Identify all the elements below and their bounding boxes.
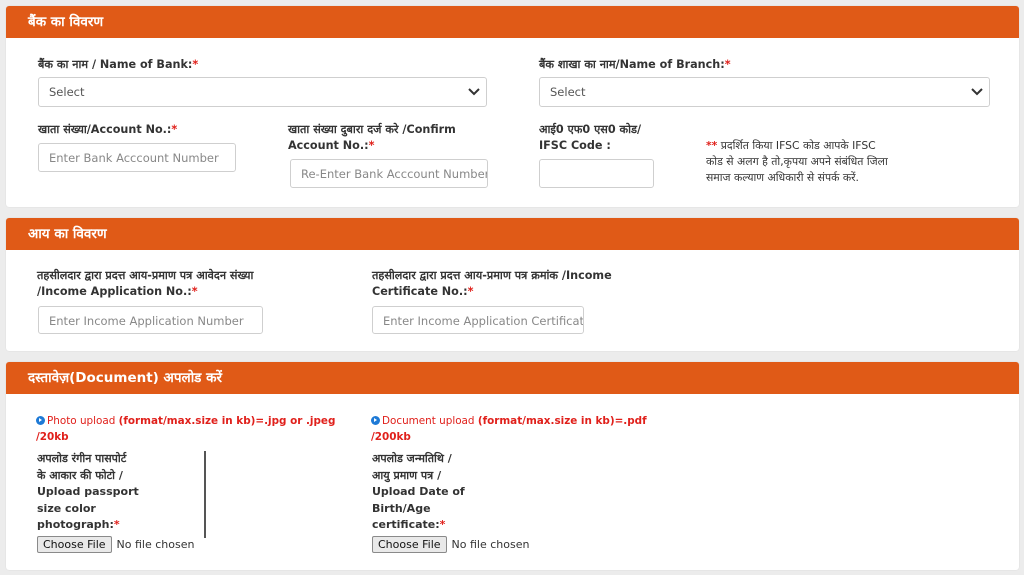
confirm-account-label: खाता संख्या दुबारा दर्ज करे /Confirm Acc… xyxy=(288,123,456,152)
photo-upload-label: अपलोड रंगीन पासपोर्ट के आकार की फोटो / U… xyxy=(37,452,139,531)
ifsc-code-input[interactable] xyxy=(539,159,654,188)
bank-name-select-value: Select xyxy=(49,85,85,99)
branch-name-label: बैंक शाखा का नाम/Name of Branch:* xyxy=(539,58,731,71)
info-arrow-icon xyxy=(371,415,380,425)
photo-divider xyxy=(204,451,206,538)
chevron-down-icon xyxy=(468,88,480,96)
photo-file-input[interactable]: Choose File No file chosen xyxy=(37,536,194,554)
bank-name-select[interactable]: Select xyxy=(38,77,487,107)
income-details-panel: आय का विवरण तहसीलदार द्वारा प्रदत्त आय-प… xyxy=(6,218,1019,351)
account-number-label: खाता संख्या/Account No.:* xyxy=(38,123,178,136)
document-upload-header: दस्तावेज़(Document) अपलोड करें xyxy=(6,362,1019,394)
ifsc-code-label: आई0 एफ0 एस0 कोड/ IFSC Code : xyxy=(539,123,642,152)
income-application-input[interactable]: Enter Income Application Number xyxy=(38,306,263,334)
dob-choose-file-button[interactable]: Choose File xyxy=(372,536,447,553)
income-details-header: आय का विवरण xyxy=(6,218,1019,250)
document-upload-panel: दस्तावेज़(Document) अपलोड करें Photo upl… xyxy=(6,362,1019,570)
dob-file-input[interactable]: Choose File No file chosen xyxy=(372,536,529,554)
confirm-account-placeholder: Re-Enter Bank Acccount Number xyxy=(301,167,488,181)
account-number-placeholder: Enter Bank Acccount Number xyxy=(49,151,219,165)
bank-details-panel: बैंक का विवरण बैंक का नाम / Name of Bank… xyxy=(6,6,1019,207)
photo-file-status: No file chosen xyxy=(116,538,195,551)
bank-details-header: बैंक का विवरण xyxy=(6,6,1019,38)
income-certificate-input[interactable]: Enter Income Application Certificate Num… xyxy=(372,306,584,334)
income-certificate-placeholder: Enter Income Application Certificate Num… xyxy=(383,314,584,328)
dob-file-status: No file chosen xyxy=(451,538,530,551)
income-certificate-label: तहसीलदार द्वारा प्रदत्त आय-प्रमाण पत्र क… xyxy=(372,269,612,298)
photo-choose-file-button[interactable]: Choose File xyxy=(37,536,112,553)
info-arrow-icon xyxy=(36,415,45,425)
income-application-placeholder: Enter Income Application Number xyxy=(49,314,244,328)
dob-upload-info: Document upload (format/max.size in kb)=… xyxy=(371,415,647,443)
branch-name-select-value: Select xyxy=(550,85,586,99)
confirm-account-input[interactable]: Re-Enter Bank Acccount Number xyxy=(290,159,488,188)
chevron-down-icon xyxy=(971,88,983,96)
dob-upload-label: अपलोड जन्मतिथि / आयु प्रमाण पत्र / Uploa… xyxy=(372,452,465,531)
ifsc-note: ** प्रदर्शित किया IFSC कोड आपके IFSC कोड… xyxy=(706,139,888,184)
bank-name-label: बैंक का नाम / Name of Bank:* xyxy=(38,58,199,71)
account-number-input[interactable]: Enter Bank Acccount Number xyxy=(38,143,236,172)
branch-name-select[interactable]: Select xyxy=(539,77,990,107)
photo-upload-info: Photo upload (format/max.size in kb)=.jp… xyxy=(36,415,336,443)
income-application-label: तहसीलदार द्वारा प्रदत्त आय-प्रमाण पत्र आ… xyxy=(37,269,254,298)
